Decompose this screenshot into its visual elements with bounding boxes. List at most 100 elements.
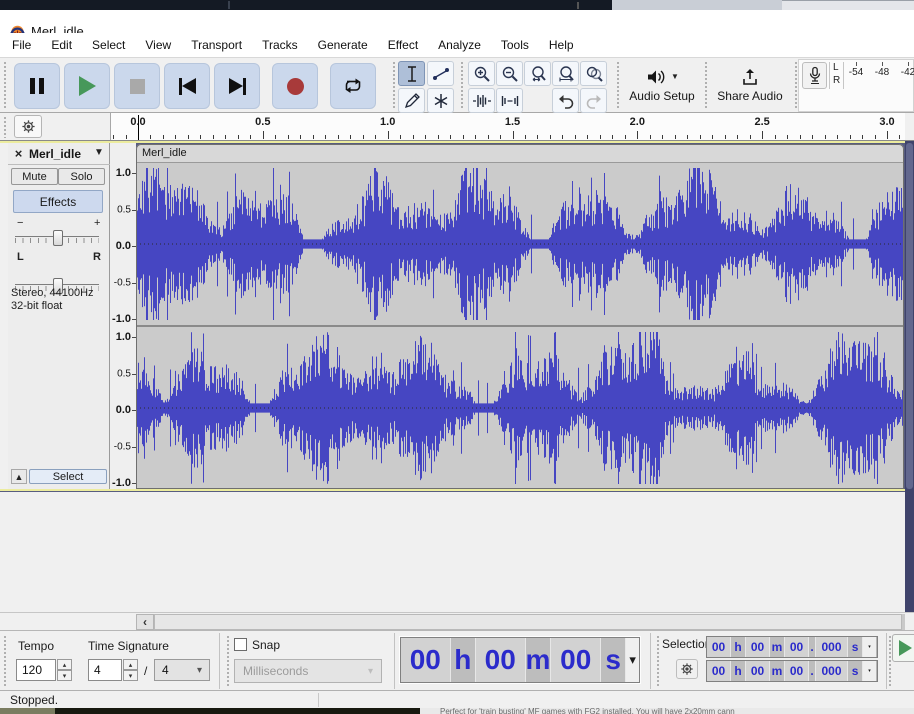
menu-item-view[interactable]: View	[135, 34, 181, 56]
play-button[interactable]	[64, 63, 110, 109]
skip-to-end-button[interactable]	[214, 63, 260, 109]
toolbar-grip[interactable]	[226, 635, 231, 687]
zoom-out-button[interactable]	[496, 61, 523, 86]
horizontal-scrollbar-track[interactable]	[154, 614, 905, 630]
track-collapse-button[interactable]: ▲	[11, 469, 27, 484]
ruler-tick	[687, 135, 688, 139]
fit-project-button[interactable]	[552, 61, 579, 86]
meter-right-label: R	[833, 75, 840, 86]
tempo-field[interactable]: 120	[16, 659, 56, 681]
tempo-spin-down[interactable]	[57, 670, 72, 681]
microphone-button[interactable]	[802, 62, 827, 89]
selection-start-display[interactable]: 00h00m00.000s	[706, 636, 878, 658]
timeline-ruler[interactable]: 0.00.51.01.52.02.53.0	[110, 113, 905, 140]
undo-button[interactable]	[552, 88, 579, 113]
toolbar-grip[interactable]	[3, 61, 8, 109]
toolbar-grip[interactable]	[3, 635, 8, 687]
menu-item-edit[interactable]: Edit	[41, 34, 82, 56]
ruler-tick	[126, 135, 127, 139]
pause-icon	[30, 78, 35, 94]
menu-item-help[interactable]: Help	[539, 34, 584, 56]
waveform-left-channel[interactable]	[136, 163, 904, 325]
record-button[interactable]	[272, 63, 318, 109]
menu-item-select[interactable]: Select	[82, 34, 135, 56]
redo-icon	[585, 93, 603, 109]
solo-button[interactable]: Solo	[58, 168, 105, 185]
background-strip-segment	[782, 0, 914, 10]
menu-item-analyze[interactable]: Analyze	[428, 34, 491, 56]
tempo-spin-up[interactable]	[57, 659, 72, 670]
share-audio-button[interactable]: Share Audio	[708, 60, 792, 110]
mute-button[interactable]: Mute	[11, 168, 58, 185]
skip-to-start-button[interactable]	[164, 63, 210, 109]
background-window-bottom-strip: Perfect for 'train busting' MF games wit…	[0, 708, 914, 714]
amplitude-ruler[interactable]: 1.00.50.0-0.5-1.01.00.50.0-0.5-1.0	[110, 143, 136, 489]
fit-selection-button[interactable]	[524, 61, 551, 86]
ruler-tick	[662, 135, 663, 139]
audio-position-display[interactable]: 00h00m00s	[400, 637, 640, 683]
zoom-toggle-button[interactable]	[580, 61, 607, 86]
recording-meter[interactable]: L R -54-48-42	[798, 59, 914, 112]
horizontal-scrollbar-row: ‹	[0, 612, 914, 630]
time-signature-spin-up[interactable]	[123, 659, 138, 670]
time-signature-upper-field[interactable]: 4	[88, 659, 122, 681]
pan-right-label: R	[93, 251, 101, 263]
horizontal-scrollbar-thumb[interactable]	[154, 614, 902, 630]
ruler-tick	[250, 135, 251, 139]
waveform-right-channel[interactable]	[136, 327, 904, 489]
menu-item-effect[interactable]: Effect	[378, 34, 428, 56]
time-signature-spin-down[interactable]	[123, 670, 138, 681]
audio-clip[interactable]: Merl_idle	[136, 144, 904, 489]
ruler-tick	[750, 135, 751, 139]
redo-button[interactable]	[580, 88, 607, 113]
scroll-left-button[interactable]: ‹	[136, 614, 154, 630]
menu-item-file[interactable]: File	[2, 34, 41, 56]
selection-options-button[interactable]	[676, 659, 698, 679]
zoom-in-button[interactable]	[468, 61, 495, 86]
play-at-speed-button[interactable]	[892, 634, 914, 662]
menu-item-tracks[interactable]: Tracks	[252, 34, 308, 56]
playhead-cursor[interactable]	[138, 115, 139, 140]
time-display-caret-icon[interactable]	[863, 637, 876, 657]
track-control-panel: × Merl_idle ▼ Mute Solo Effects − + L R …	[8, 143, 110, 489]
track-menu-arrow-icon[interactable]: ▼	[94, 147, 104, 158]
trim-outside-selection-button[interactable]	[468, 88, 495, 113]
track-name[interactable]: Merl_idle	[29, 147, 81, 161]
time-signature-lower-dropdown[interactable]: 4	[154, 659, 210, 681]
toolbar-grip[interactable]	[460, 61, 465, 109]
timeline-options-button[interactable]	[14, 115, 42, 138]
time-segment: 00	[707, 637, 731, 657]
amplitude-label: 0.0	[116, 404, 131, 416]
vertical-scrollbar[interactable]	[905, 141, 914, 630]
toolbar-grip[interactable]	[3, 116, 8, 138]
menu-item-tools[interactable]: Tools	[491, 34, 539, 56]
pause-button[interactable]	[14, 63, 60, 109]
selection-tool-button[interactable]	[398, 61, 425, 86]
gain-slider-thumb[interactable]	[53, 230, 63, 246]
snap-checkbox[interactable]	[234, 638, 247, 651]
menu-item-generate[interactable]: Generate	[308, 34, 378, 56]
menu-item-transport[interactable]: Transport	[181, 34, 252, 56]
toolbar-grip[interactable]	[656, 635, 661, 687]
loop-button[interactable]	[330, 63, 376, 109]
snap-mode-dropdown[interactable]: Milliseconds ▾	[234, 659, 382, 683]
track-close-button[interactable]: ×	[11, 146, 26, 161]
envelope-tool-button[interactable]	[427, 61, 454, 86]
time-display-caret-icon[interactable]	[626, 638, 639, 682]
clip-title-bar[interactable]: Merl_idle	[136, 144, 904, 163]
multi-tool-button[interactable]	[427, 88, 454, 113]
effects-button[interactable]: Effects	[13, 190, 103, 213]
track-select-button[interactable]: Select	[29, 469, 107, 484]
ruler-tick	[150, 135, 151, 139]
time-display-caret-icon[interactable]	[863, 661, 876, 681]
toolbar-grip[interactable]	[616, 61, 621, 109]
draw-tool-button[interactable]	[398, 88, 425, 113]
selection-end-display[interactable]: 00h00m00.000s	[706, 660, 878, 682]
silence-selection-button[interactable]	[496, 88, 523, 113]
toolbar-grip[interactable]	[392, 61, 397, 109]
gain-slider[interactable]	[15, 230, 99, 244]
stop-button[interactable]	[114, 63, 160, 109]
audio-setup-button[interactable]: ▼ Audio Setup	[622, 60, 702, 110]
vertical-scrollbar-thumb[interactable]	[906, 143, 913, 489]
tempo-value: 120	[17, 663, 42, 677]
